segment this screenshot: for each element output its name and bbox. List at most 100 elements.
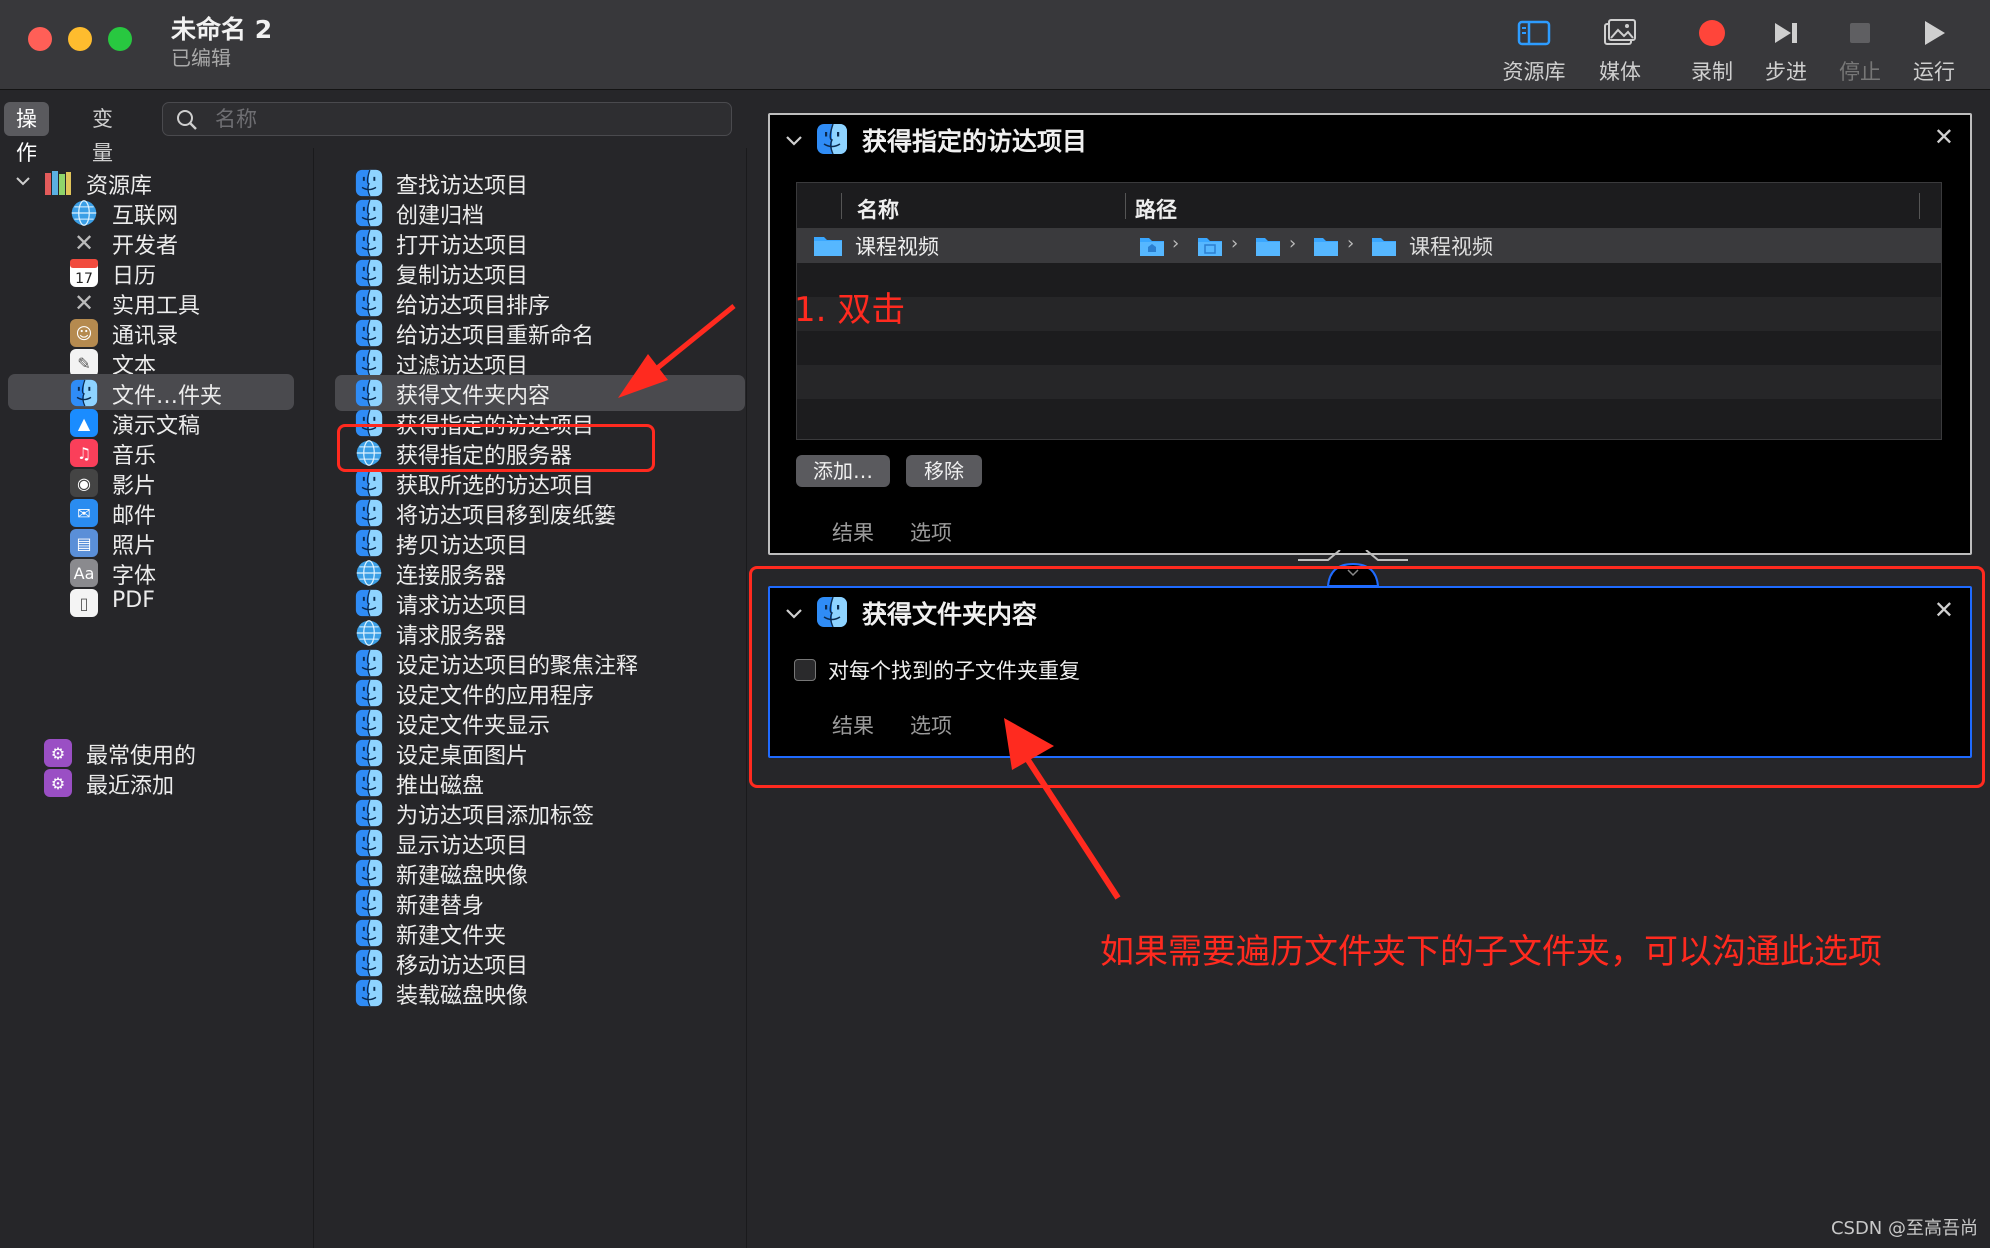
annotation-double-click: 1. 双击 [794, 290, 906, 330]
window-close-button[interactable] [28, 27, 52, 51]
close-icon[interactable]: ✕ [1934, 123, 1954, 151]
finder-icon [355, 349, 383, 377]
tools-icon: ✕ [73, 229, 95, 257]
finder-icon [355, 949, 383, 977]
library-toolbar-label: 资源库 [1502, 60, 1566, 84]
search-field[interactable] [162, 102, 732, 136]
finder-icon [355, 199, 383, 227]
folder-icon [813, 233, 843, 261]
smart-folder-recently-added[interactable]: ⚙ 最近添加 [0, 764, 314, 802]
window-minimize-button[interactable] [68, 27, 92, 51]
finder-icon [355, 229, 383, 257]
library-toolbar-button[interactable]: 资源库 [1494, 8, 1574, 84]
books-icon [43, 169, 71, 197]
folder-icon [1197, 235, 1223, 261]
contacts-icon: ☺ [70, 319, 98, 347]
column-header-path[interactable]: 路径 [1135, 194, 1177, 224]
media-toolbar-button[interactable]: 媒体 [1580, 8, 1660, 84]
action-list: 查找访达项目 创建归档 打开访达项目 复制访达项目 给访达项目排序 给访达项目重新命名 过滤… [315, 148, 747, 1248]
folder-icon [1313, 235, 1339, 261]
window-maximize-button[interactable] [108, 27, 132, 51]
smart-folder-icon: ⚙ [44, 739, 72, 767]
add-button[interactable]: 添加… [796, 455, 890, 487]
finder-icon [355, 589, 383, 617]
annotation-highlight-panel [749, 566, 1985, 788]
finder-icon [816, 123, 848, 155]
document-status: 已编辑 [171, 46, 231, 70]
finder-icon [355, 709, 383, 737]
annotation-note: 如果需要遍历文件夹下的子文件夹，可以沟通此选项 [1100, 932, 1882, 972]
path-last-segment: 课程视频 [1409, 235, 1493, 259]
finder-icon [355, 499, 383, 527]
action-label: 装载磁盘映像 [396, 984, 529, 1009]
font-icon: Aa [70, 559, 98, 587]
path-separator-icon: › [1231, 233, 1239, 254]
record-icon [1692, 13, 1732, 53]
finder-icon [355, 259, 383, 287]
tools-icon: ✕ [73, 289, 95, 317]
finder-icon [355, 319, 383, 347]
options-tab[interactable]: 选项 [910, 517, 952, 547]
library-list: 资源库 互联网 ✕ 开发者 17 日历 ✕ 实用工具 ☺ 通讯录 ✎ 文本 文件…件夹 ▲ 演示文稿 ♫ 音乐… [0, 148, 314, 1248]
folder-icon [1255, 235, 1281, 261]
sidebar-item[interactable]: ▯ PDF [0, 584, 314, 622]
music-icon: ♫ [70, 439, 98, 467]
column-separator [841, 193, 842, 219]
results-tab[interactable]: 结果 [832, 517, 874, 547]
table-row-empty [797, 399, 1941, 433]
table-row[interactable]: 课程视频 › › › › 课程视频 [797, 229, 1941, 263]
finder-icon [355, 829, 383, 857]
mail-icon: ✉ [70, 499, 98, 527]
photos-icon: ▤ [70, 529, 98, 557]
annotation-highlight-action [337, 424, 655, 472]
play-icon [1914, 13, 1954, 53]
column-separator [1125, 193, 1126, 219]
table-row-empty [797, 365, 1941, 399]
watermark: CSDN @至高吾尚 [1830, 1218, 1978, 1239]
path-separator-icon: › [1347, 233, 1355, 254]
finder-icon [355, 529, 383, 557]
table-header: 名称 路径 [797, 183, 1941, 229]
remove-button[interactable]: 移除 [906, 455, 982, 487]
finder-icon [355, 979, 383, 1007]
record-toolbar-button[interactable]: 录制 [1672, 8, 1752, 84]
finder-icon [355, 379, 383, 407]
stop-toolbar-button[interactable]: 停止 [1820, 8, 1900, 84]
stop-icon [1840, 13, 1880, 53]
action-panel-get-specified-items[interactable]: 获得指定的访达项目 ✕ 名称 路径 课程视频 › › › › 课程视频 添加… … [768, 113, 1972, 555]
tab-variables[interactable]: 变量 [80, 102, 125, 165]
title-bar: 未命名 2 已编辑 资源库 媒体 录制 步进 停止 运行 [0, 0, 1990, 90]
search-icon [175, 108, 199, 136]
tab-actions[interactable]: 操作 [4, 102, 49, 165]
table-row-empty [797, 331, 1941, 365]
action-list-item[interactable]: 装载磁盘映像 [315, 974, 747, 1012]
finder-icon [355, 469, 383, 497]
items-table[interactable]: 名称 路径 课程视频 › › › › 课程视频 [796, 182, 1942, 440]
network-icon [355, 619, 383, 647]
record-toolbar-label: 录制 [1691, 60, 1733, 84]
finder-icon [355, 679, 383, 707]
text-icon: ✎ [70, 349, 98, 377]
table-row-empty [797, 297, 1941, 331]
document-title: 未命名 2 [171, 15, 273, 44]
chevron-down-icon[interactable] [784, 133, 804, 153]
photo-icon [1600, 13, 1640, 53]
path-separator-icon: › [1172, 233, 1180, 254]
globe-icon [70, 199, 98, 227]
pdf-icon: ▯ [70, 589, 98, 617]
search-input[interactable] [213, 105, 713, 133]
run-toolbar-button[interactable]: 运行 [1894, 8, 1974, 84]
panel-title: 获得指定的访达项目 [862, 127, 1088, 156]
table-row-empty [797, 263, 1941, 297]
network-icon [355, 559, 383, 587]
finder-icon [355, 859, 383, 887]
step-icon [1766, 13, 1806, 53]
finder-icon [70, 379, 98, 407]
finder-icon [355, 889, 383, 917]
sidebar-icon [1514, 13, 1554, 53]
finder-icon [355, 289, 383, 317]
step-toolbar-button[interactable]: 步进 [1746, 8, 1826, 84]
column-header-name[interactable]: 名称 [857, 194, 899, 224]
keynote-icon: ▲ [70, 409, 98, 437]
chevron-down-icon[interactable] [14, 172, 32, 194]
